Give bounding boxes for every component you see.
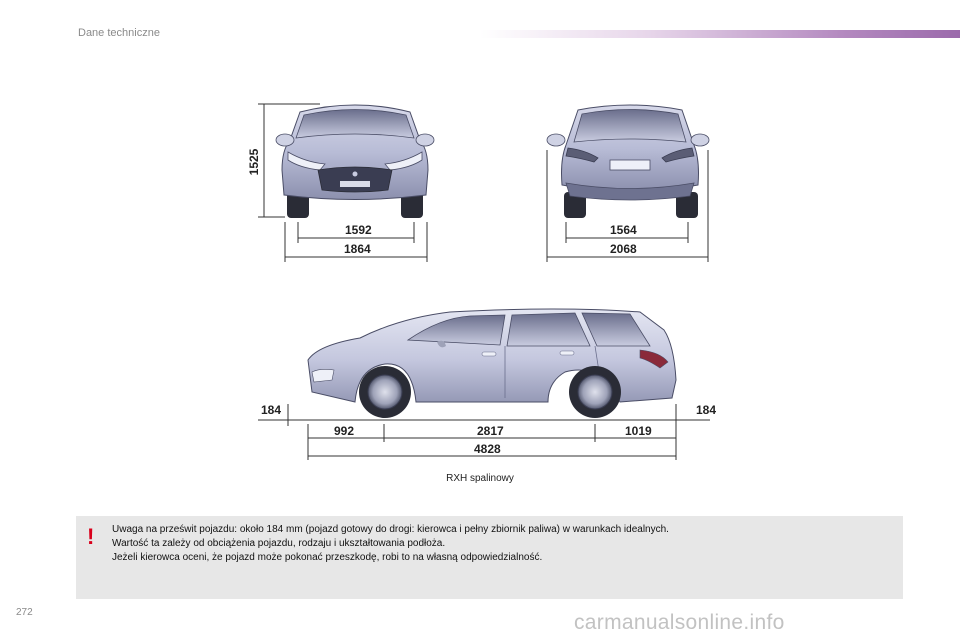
diagram-caption: RXH spalinowy	[446, 473, 514, 484]
front-overhang-label: 992	[334, 424, 354, 438]
watermark: carmanualsonline.info	[574, 611, 785, 634]
page-number: 272	[16, 607, 33, 618]
overall-length-label: 4828	[474, 442, 501, 456]
warning-note-line: Jeżeli kierowca oceni, że pojazd może po…	[112, 552, 543, 563]
front-track-label: 1592	[345, 223, 372, 237]
warning-note-text: Uwaga na prześwit pojazdu: około 184 mm …	[112, 523, 892, 565]
rear-ground-clearance-label: 184	[696, 403, 716, 417]
front-view-car	[275, 104, 435, 218]
warning-note-line: Wartość ta zależy od obciążenia pojazdu,…	[112, 538, 446, 549]
front-height-label: 1525	[247, 148, 261, 175]
front-ground-clearance-label: 184	[261, 403, 281, 417]
rear-width-label: 2068	[610, 242, 637, 256]
wheelbase-label: 2817	[477, 424, 504, 438]
warning-exclamation-icon: !	[87, 524, 95, 549]
warning-note: ! Uwaga na prześwit pojazdu: około 184 m…	[76, 516, 903, 599]
side-view-car	[307, 308, 677, 418]
rear-view-car	[546, 104, 710, 218]
rear-track-label: 1564	[610, 223, 637, 237]
warning-note-line: Uwaga na prześwit pojazdu: około 184 mm …	[112, 524, 669, 535]
rear-overhang-label: 1019	[625, 424, 652, 438]
front-width-label: 1864	[344, 242, 371, 256]
